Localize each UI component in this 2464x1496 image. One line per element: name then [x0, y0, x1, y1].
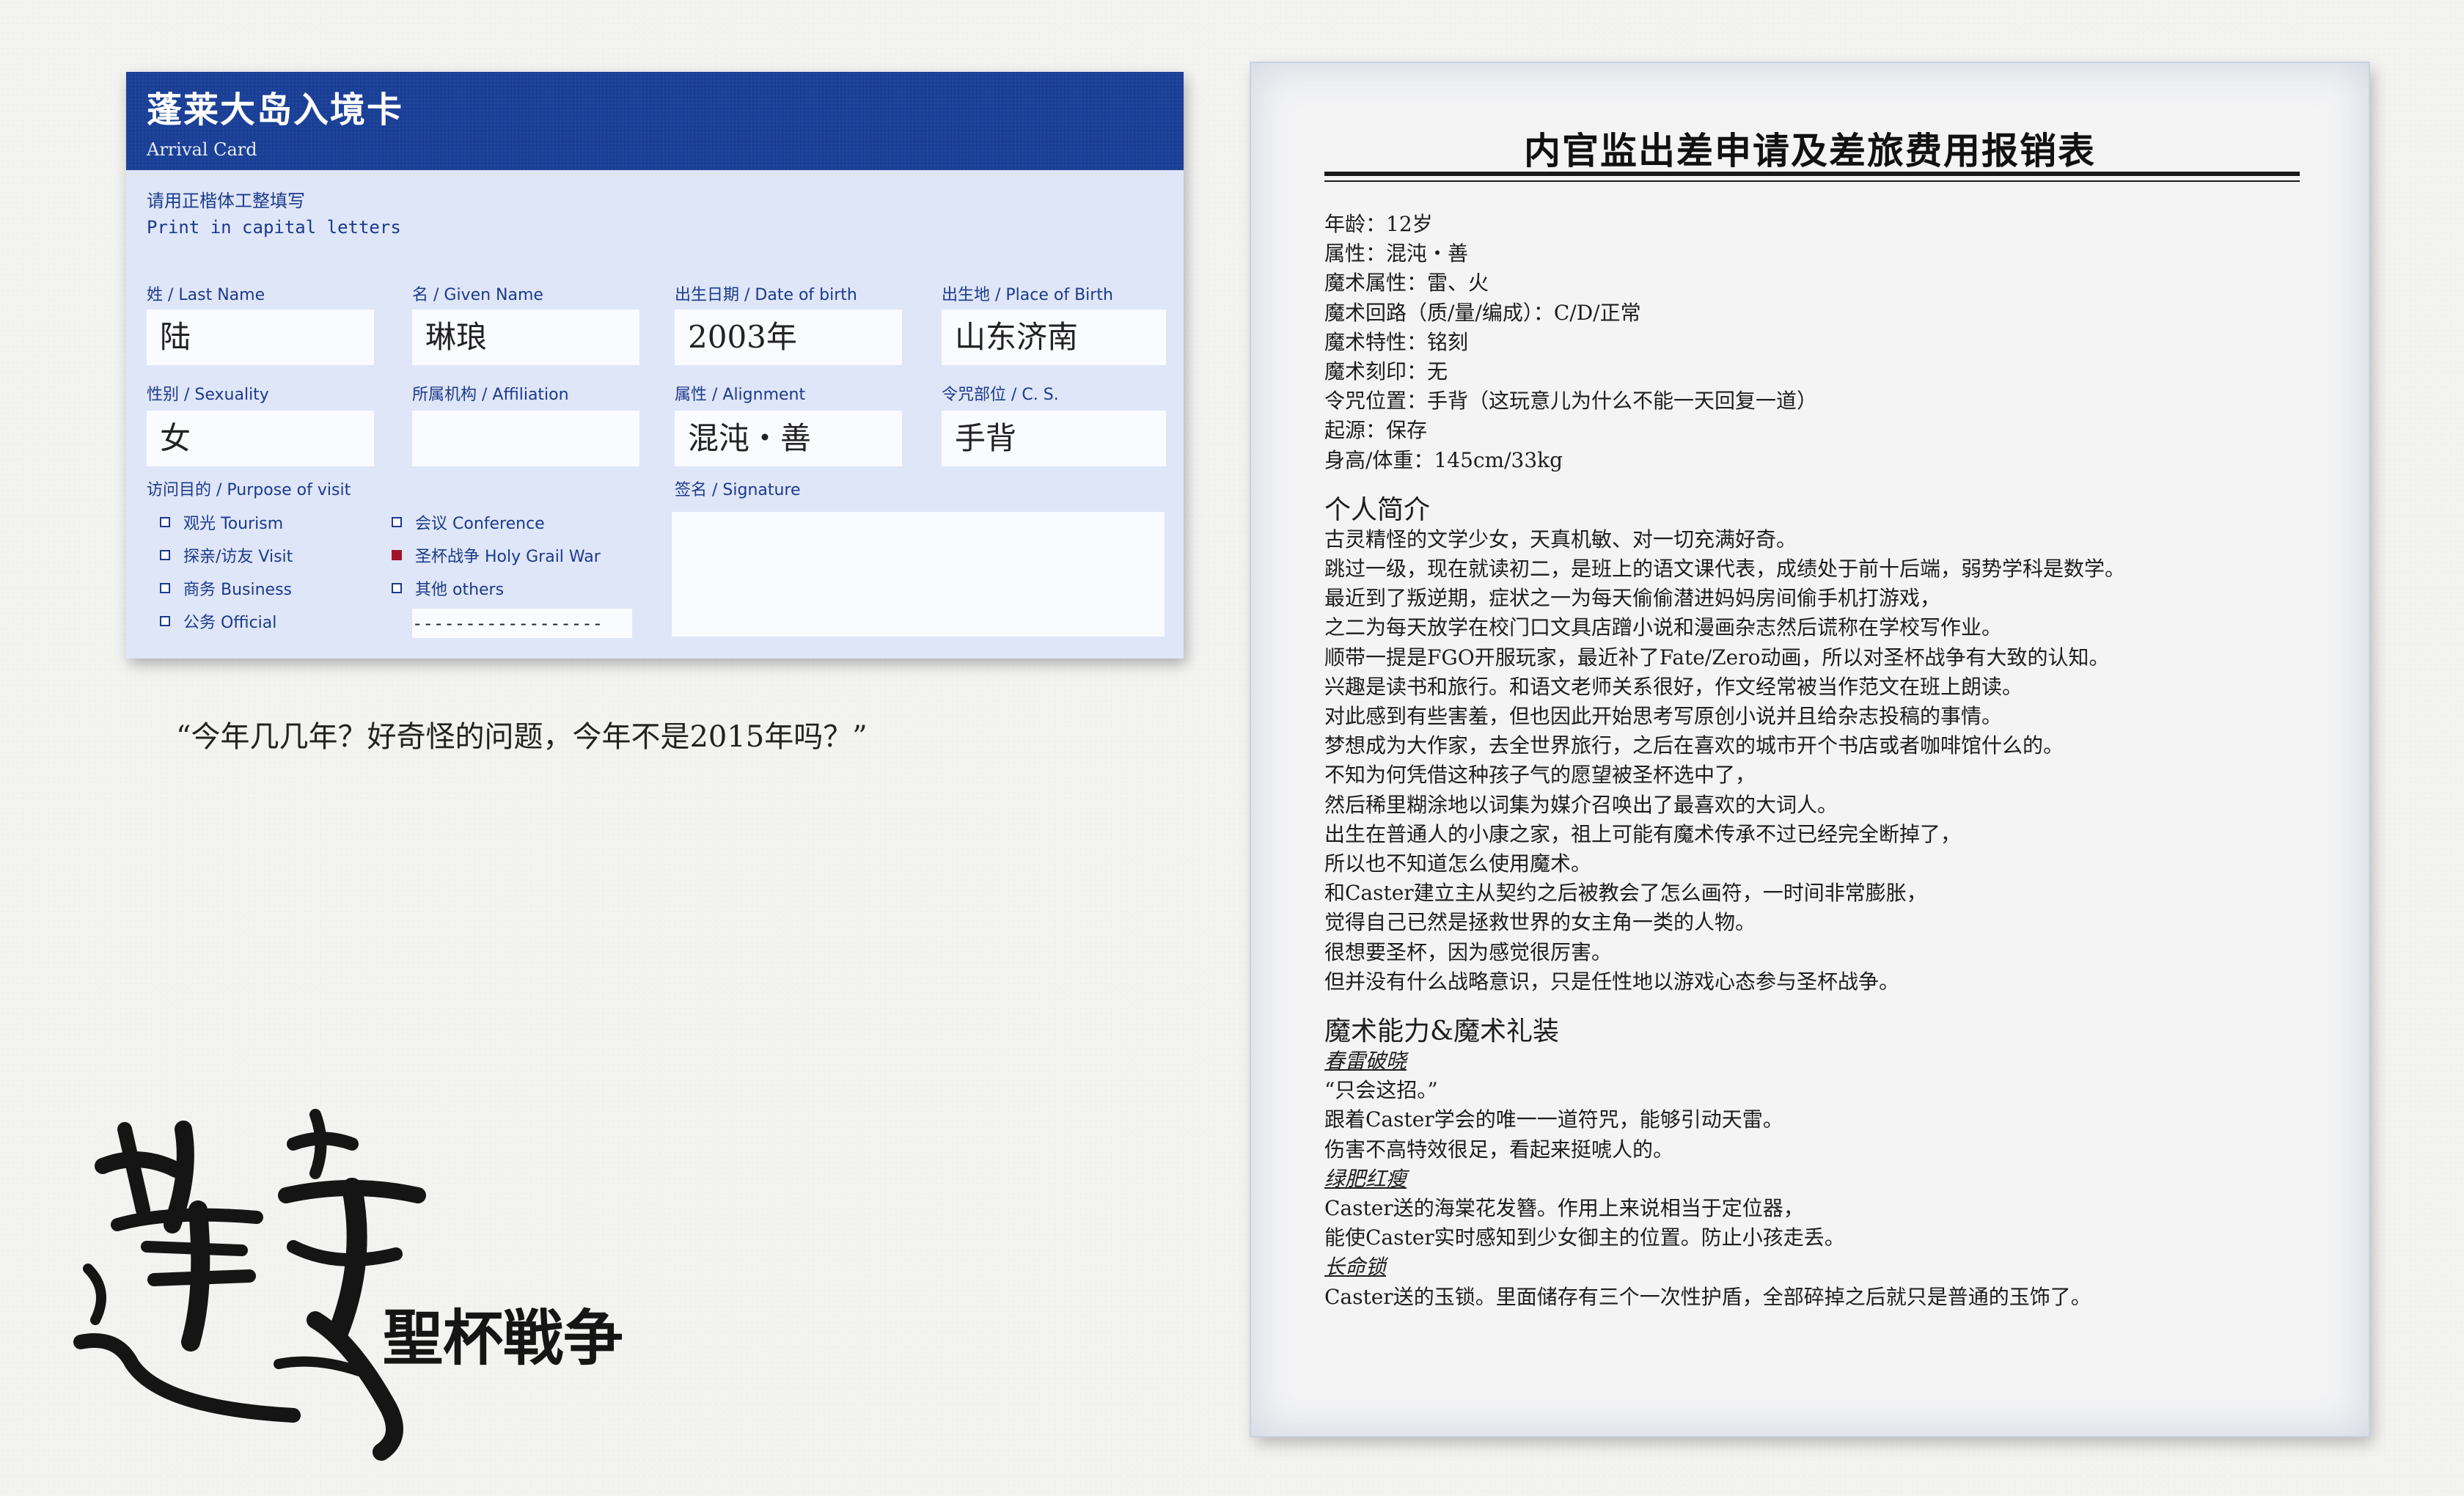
title-rule-thick [1324, 172, 2300, 176]
skill-name: 春雷破晓 [1324, 1049, 1407, 1074]
skill-name: 绿肥红瘦 [1324, 1166, 1407, 1191]
skill-line: 能使Caster实时感知到少女御主的位置。防止小孩走丢。 [1324, 1225, 1845, 1250]
option-label: 探亲/访友 Visit [183, 548, 293, 566]
checkbox[interactable] [160, 517, 170, 527]
bio-line: 和Caster建立主从契约之后被教会了怎么画符，一时间非常膨胀， [1324, 881, 1927, 906]
expense-report-sheet: 内官监出差申请及差旅费用报销表 年龄：12岁 属性：混沌・善 魔术属性：雷、火 … [1251, 63, 2369, 1436]
bio-line: 所以也不知道怎么使用魔术。 [1324, 851, 1592, 876]
profile-line: 魔术刻印：无 [1324, 359, 1448, 384]
bio-line: 出生在普通人的小康之家，祖上可能有魔术传承不过已经完全断掉了， [1324, 821, 1962, 846]
magic-heading: 魔术能力&魔术礼装 [1324, 1016, 1560, 1046]
sex-label: 性别 / Sexuality [147, 386, 269, 404]
bio-line: 顺带一提是FGO开服玩家，最近补了Fate/Zero动画，所以对圣杯战争有大致的… [1324, 645, 2110, 670]
purpose-option-tourism[interactable]: 观光 Tourism [160, 510, 283, 534]
cs-field[interactable]: 手背 [942, 411, 1166, 466]
checkbox[interactable] [160, 583, 170, 593]
pob-label: 出生地 / Place of Birth [942, 286, 1113, 304]
profile-line: 年龄：12岁 [1324, 212, 1433, 236]
checkbox[interactable] [392, 517, 402, 527]
profile-line: 起源：保存 [1324, 418, 1428, 443]
alignment-field[interactable]: 混沌・善 [675, 411, 902, 466]
skill-line: Caster送的玉锁。里面储存有三个一次性护盾，全部碎掉之后就只是普通的玉饰了。 [1324, 1284, 2091, 1309]
purpose-option-visit[interactable]: 探亲/访友 Visit [160, 543, 293, 567]
dob-field[interactable]: 2003年 [675, 309, 902, 365]
bio-line: 之二为每天放学在校门口文具店蹭小说和漫画杂志然后谎称在学校写作业。 [1324, 615, 2003, 640]
skill-line: “只会这招。” [1324, 1078, 1438, 1103]
others-field[interactable]: ------------------ [412, 609, 632, 638]
option-label: 圣杯战争 Holy Grail War [415, 548, 601, 566]
calligraphy-logo [73, 1109, 426, 1461]
instruction-cn: 请用正楷体工整填写 [147, 191, 305, 211]
given-name-label: 名 / Given Name [412, 286, 543, 304]
title-rule-thin [1324, 180, 2300, 182]
bio-line: 古灵精怪的文学少女，天真机敏、对一切充满好奇。 [1324, 527, 1797, 551]
checkbox[interactable] [160, 616, 170, 626]
option-label: 会议 Conference [415, 515, 545, 533]
profile-line: 令咒位置：手背（这玩意儿为什么不能一天回复一道） [1324, 389, 1818, 414]
instruction-en: Print in capital letters [147, 217, 401, 238]
signature-field[interactable] [672, 512, 1165, 637]
dob-label: 出生日期 / Date of birth [675, 286, 857, 304]
affiliation-field[interactable] [412, 411, 639, 466]
signature-label: 签名 / Signature [675, 481, 801, 499]
sheet-title: 内官监出差申请及差旅费用报销表 [1524, 129, 2096, 172]
arrival-card: 蓬莱大岛入境卡 Arrival Card 请用正楷体工整填写 Print in … [126, 72, 1184, 659]
purpose-option-business[interactable]: 商务 Business [160, 576, 292, 600]
last-name-field[interactable]: 陆 [147, 309, 374, 365]
bio-line: 但并没有什么战略意识，只是任性地以游戏心态参与圣杯战争。 [1324, 969, 1900, 994]
quote-text: “今年几几年？好奇怪的问题，今年不是2015年吗？” [176, 720, 868, 754]
last-name-label: 姓 / Last Name [147, 286, 265, 304]
bio-line: 最近到了叛逆期，症状之一为每天偷偷潜进妈妈房间偷手机打游戏， [1324, 586, 1941, 611]
given-name-field[interactable]: 琳琅 [412, 309, 639, 365]
profile-line: 属性：混沌・善 [1324, 241, 1469, 266]
logo [73, 1100, 631, 1467]
profile-line: 魔术回路（质/量/编成）：C/D/正常 [1324, 300, 1641, 325]
skill-line: 伤害不高特效很足，看起来挺唬人的。 [1324, 1137, 1674, 1162]
bio-line: 对此感到有些害羞，但也因此开始思考写原创小说并且给杂志投稿的事情。 [1324, 704, 2003, 728]
profile-line: 魔术属性：雷、火 [1324, 271, 1489, 296]
bio-heading: 个人简介 [1324, 494, 1431, 525]
bio-line: 觉得自己已然是拯救世界的女主角一类的人物。 [1324, 910, 1756, 935]
purpose-label: 访问目的 / Purpose of visit [147, 481, 351, 499]
bio-line: 然后稀里糊涂地以词集为媒介召唤出了最喜欢的大词人。 [1324, 792, 1838, 817]
checkbox[interactable] [160, 550, 170, 560]
alignment-label: 属性 / Alignment [675, 386, 806, 404]
profile-line: 魔术特性：铭刻 [1324, 329, 1469, 354]
bio-line: 梦想成为大作家，去全世界旅行，之后在喜欢的城市开个书店或者咖啡馆什么的。 [1324, 733, 2064, 758]
cs-label: 令咒部位 / C. S. [942, 386, 1059, 404]
bio-line: 兴趣是读书和旅行。和语文老师关系很好，作文经常被当作范文在班上朗读。 [1324, 674, 2023, 699]
card-header: 蓬莱大岛入境卡 Arrival Card [126, 72, 1184, 170]
affiliation-label: 所属机构 / Affiliation [412, 386, 569, 404]
bio-line: 跳过一级，现在就读初二，是班上的语文课代表，成绩处于前十后端，弱势学科是数学。 [1324, 557, 2126, 582]
purpose-option-conference[interactable]: 会议 Conference [392, 510, 545, 534]
skill-line: 跟着Caster学会的唯一一道符咒，能够引动天雷。 [1324, 1107, 1783, 1132]
skill-line: Caster送的海棠花发簪。作用上来说相当于定位器， [1324, 1196, 1804, 1220]
sex-field[interactable]: 女 [147, 411, 374, 466]
bio-line: 很想要圣杯，因为感觉很厉害。 [1324, 939, 1613, 964]
purpose-option-others[interactable]: 其他 others [392, 576, 504, 600]
option-label: 公务 Official [183, 614, 277, 632]
skill-name: 长命锁 [1324, 1255, 1387, 1280]
sheet-body: 年龄：12岁 属性：混沌・善 魔术属性：雷、火 魔术回路（质/量/编成）：C/D… [1324, 210, 2307, 1312]
logo-subtitle: 聖杯戦争 [383, 1303, 624, 1374]
pob-field[interactable]: 山东济南 [942, 309, 1166, 365]
option-label: 商务 Business [183, 581, 293, 599]
purpose-option-official[interactable]: 公务 Official [160, 609, 276, 633]
purpose-option-holy-grail-war[interactable]: 圣杯战争 Holy Grail War [392, 543, 601, 567]
option-label: 其他 others [415, 581, 505, 599]
checkbox[interactable] [392, 583, 402, 593]
checkbox-checked[interactable] [392, 550, 402, 560]
bio-line: 不知为何凭借这种孩子气的愿望被圣杯选中了， [1324, 763, 1756, 788]
card-title: 蓬莱大岛入境卡 [147, 89, 404, 131]
profile-line: 身高/体重：145cm/33kg [1324, 447, 1563, 472]
option-label: 观光 Tourism [183, 515, 284, 533]
card-subtitle: Arrival Card [147, 139, 257, 160]
